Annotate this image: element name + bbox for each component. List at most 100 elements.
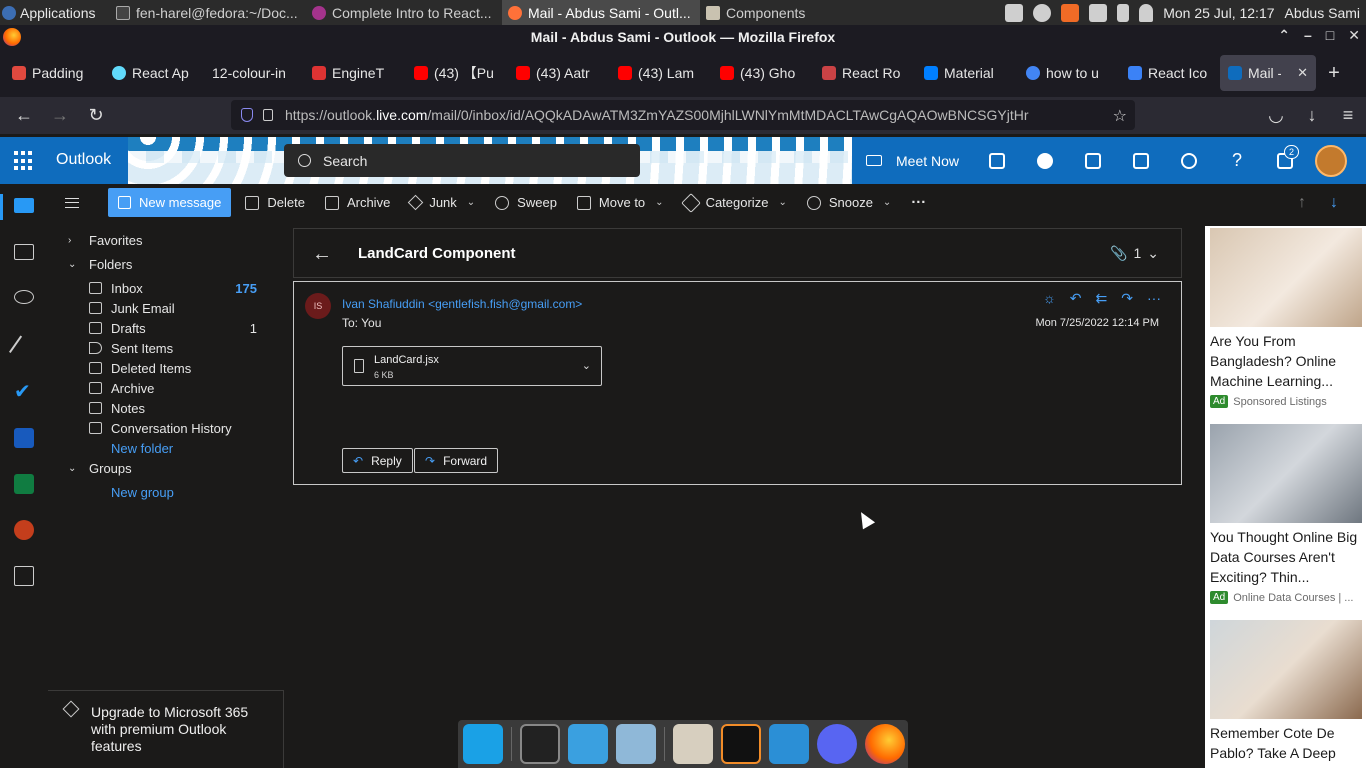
vscode-icon[interactable] <box>769 724 809 764</box>
downloads-icon[interactable]: ↓ <box>1294 101 1330 131</box>
bookmark-star-icon[interactable]: ☆ <box>1113 106 1127 126</box>
tab-react-icons[interactable]: React Ico <box>1120 55 1220 91</box>
lock-icon[interactable] <box>263 109 273 121</box>
shield-icon[interactable] <box>1061 3 1080 22</box>
ad-card[interactable]: You Thought Online Big Data Courses Aren… <box>1210 424 1362 604</box>
new-group-link[interactable]: New group <box>48 482 284 502</box>
task-terminal[interactable]: fen-harel@fedora:~/Doc... <box>110 0 306 25</box>
folder-conversation-history[interactable]: Conversation History <box>48 418 284 438</box>
forward-button[interactable]: → <box>42 101 78 131</box>
categorize-button[interactable]: Categorize ⌄ <box>674 188 797 218</box>
reload-button[interactable]: ↻ <box>78 101 114 131</box>
reply-icon[interactable]: ↶ <box>1070 290 1082 307</box>
word-app-icon[interactable] <box>14 428 34 448</box>
calendar-icon[interactable] <box>14 244 34 260</box>
hamburger-menu-icon[interactable] <box>48 184 96 221</box>
archive-button[interactable]: Archive <box>315 188 400 218</box>
mail-icon[interactable] <box>14 198 34 213</box>
tab-react-app[interactable]: React Ap <box>104 55 204 91</box>
bell-icon[interactable] <box>1139 3 1154 22</box>
to-do-icon[interactable] <box>1117 137 1165 184</box>
favorites-section[interactable]: › Favorites <box>48 230 284 250</box>
reply-button[interactable]: ↶ Reply <box>342 448 413 473</box>
alacritty-icon[interactable] <box>721 724 761 764</box>
folder-junk-email[interactable]: Junk Email <box>48 298 284 318</box>
word-icon[interactable] <box>1069 137 1117 184</box>
battery-icon[interactable] <box>1117 3 1130 22</box>
chevron-down-icon[interactable]: ⌄ <box>883 197 891 208</box>
new-folder-link[interactable]: New folder <box>48 438 284 458</box>
paperclip-icon[interactable] <box>8 335 28 357</box>
folder-icon[interactable] <box>673 724 713 764</box>
shield-icon[interactable] <box>241 108 253 122</box>
avatar[interactable] <box>1315 144 1348 177</box>
folder-sent-items[interactable]: Sent Items <box>48 338 284 358</box>
task-react-course[interactable]: Complete Intro to React... <box>306 0 502 25</box>
folder-drafts[interactable]: Drafts 1 <box>48 318 284 338</box>
excel-app-icon[interactable] <box>14 474 34 494</box>
forward-icon[interactable]: ↷ <box>1121 290 1133 307</box>
search-box[interactable]: Search <box>284 144 640 177</box>
sun-icon[interactable]: ☼ <box>1043 290 1056 307</box>
next-message-icon[interactable]: ↓ <box>1330 194 1338 212</box>
url-bar[interactable]: https://outlook.live.com/mail/0/inbox/id… <box>231 100 1135 130</box>
desktop-icon[interactable] <box>463 724 503 764</box>
forward-button[interactable]: ↷ Forward <box>414 448 499 473</box>
hamburger-menu-icon[interactable]: ≡ <box>1330 101 1366 131</box>
chevron-down-icon[interactable]: ⌄ <box>467 197 475 208</box>
tab-engine[interactable]: EngineT <box>304 55 406 91</box>
help-icon[interactable]: ? <box>1213 137 1261 184</box>
new-tab-button[interactable]: + <box>1316 62 1352 85</box>
new-message-button[interactable]: New message <box>108 188 232 217</box>
previous-message-icon[interactable]: ↑ <box>1298 194 1306 212</box>
attachment-card[interactable]: LandCard.jsx 6 KB ⌄ <box>342 346 602 386</box>
settings-gear-icon[interactable] <box>1165 137 1213 184</box>
folder-notes[interactable]: Notes <box>48 398 284 418</box>
sender[interactable]: Ivan Shafiuddin <gentlefish.fish@gmail.c… <box>342 297 582 311</box>
upgrade-banner[interactable]: Upgrade to Microsoft 365 with premium Ou… <box>48 690 284 768</box>
maximize-button[interactable]: □ <box>1326 27 1334 44</box>
meet-now-button[interactable]: Meet Now <box>852 153 973 169</box>
tab-material[interactable]: Material <box>916 55 1018 91</box>
tab-padding[interactable]: Padding <box>4 55 104 91</box>
chevron-down-icon[interactable]: ⌄ <box>582 359 591 372</box>
magnifier-icon[interactable] <box>616 724 656 764</box>
snooze-button[interactable]: Snooze ⌄ <box>797 188 901 218</box>
folder-archive[interactable]: Archive <box>48 378 284 398</box>
close-window-button[interactable]: ✕ <box>1348 27 1360 44</box>
todo-check-icon[interactable]: ✔ <box>14 382 34 402</box>
discord-icon[interactable] <box>817 724 857 764</box>
tab-youtube-4[interactable]: (43) Gho <box>712 55 814 91</box>
file-manager-icon[interactable] <box>568 724 608 764</box>
tab-colour[interactable]: 12-colour-in <box>204 55 304 91</box>
terminal-icon[interactable] <box>520 724 560 764</box>
tab-mail-active[interactable]: Mail - A ✕ <box>1220 55 1316 91</box>
megaphone-icon[interactable]: 2 <box>1261 137 1309 184</box>
chevron-up-icon[interactable]: ⌃ <box>1278 27 1290 44</box>
task-outlook[interactable]: Mail - Abdus Sami - Outl... <box>502 0 700 25</box>
close-tab-icon[interactable]: ✕ <box>1297 65 1308 81</box>
powerpoint-app-icon[interactable] <box>14 520 34 540</box>
app-launcher-icon[interactable] <box>14 151 34 171</box>
tab-google[interactable]: how to u <box>1018 55 1120 91</box>
ad-card[interactable]: Are You From Bangladesh? Online Machine … <box>1210 228 1362 408</box>
tab-youtube-1[interactable]: (43) 【Pu <box>406 55 508 91</box>
more-actions-button[interactable]: ··· <box>901 188 936 218</box>
junk-button[interactable]: Junk ⌄ <box>400 188 485 218</box>
attachments-toggle[interactable]: 📎 1 ⌄ <box>1110 245 1159 262</box>
back-button[interactable]: ← <box>6 101 42 131</box>
delete-button[interactable]: Delete <box>235 188 315 218</box>
folder-inbox[interactable]: Inbox 175 <box>48 278 284 298</box>
people-icon[interactable] <box>14 290 34 304</box>
folders-section[interactable]: ⌄ Folders <box>48 254 284 274</box>
move-to-button[interactable]: Move to ⌄ <box>567 188 674 218</box>
applications-menu[interactable]: Applications <box>0 5 110 21</box>
user-menu[interactable]: Abdus Sami <box>1285 5 1360 21</box>
qr-code-icon[interactable] <box>973 137 1021 184</box>
bluetooth-icon[interactable] <box>1033 3 1052 22</box>
reply-all-icon[interactable]: ⇇ <box>1096 290 1108 307</box>
clock[interactable]: Mon 25 Jul, 12:17 <box>1163 5 1274 21</box>
tab-youtube-3[interactable]: (43) Lam <box>610 55 712 91</box>
pocket-icon[interactable]: ◡ <box>1258 101 1294 131</box>
sweep-button[interactable]: Sweep <box>485 188 567 218</box>
